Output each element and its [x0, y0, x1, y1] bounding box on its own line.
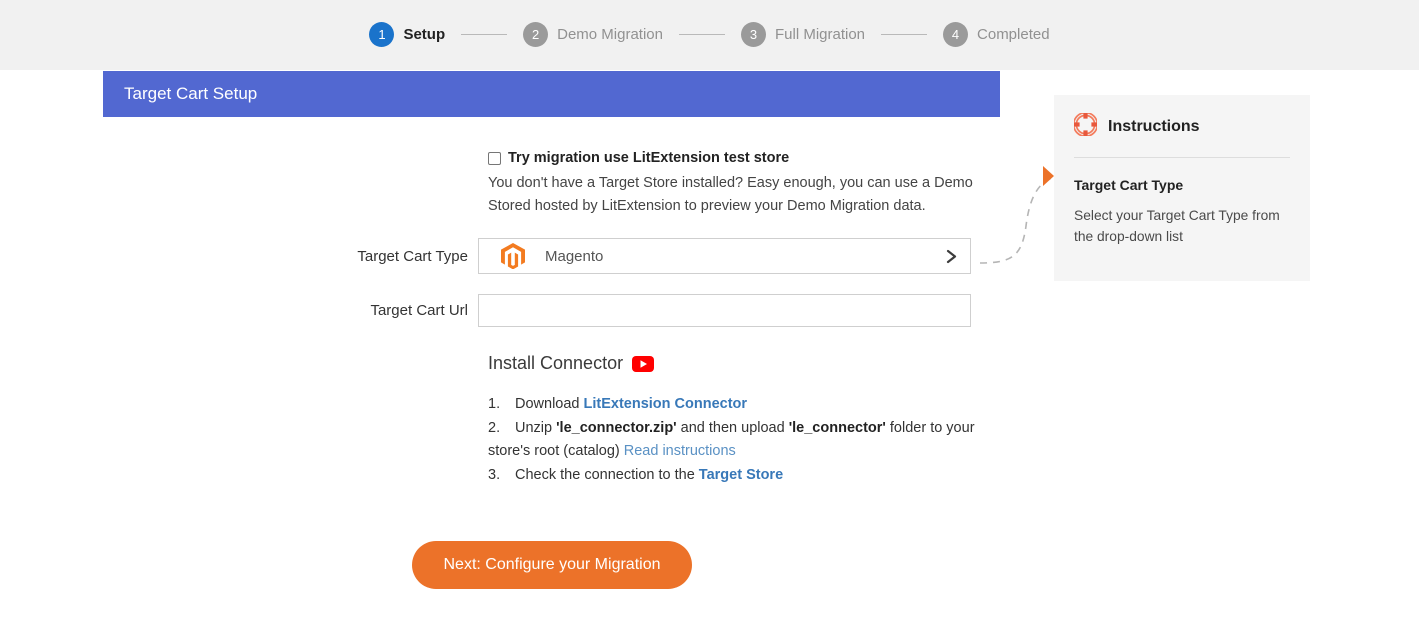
- target-cart-url-row: Target Cart Url: [103, 294, 1000, 327]
- instructions-panel: Instructions Target Cart Type Select you…: [1043, 95, 1310, 281]
- try-demo-store-checkbox[interactable]: [488, 152, 501, 165]
- target-cart-type-value: Magento: [545, 247, 604, 265]
- instructions-header: Instructions: [1054, 95, 1310, 141]
- target-store-link[interactable]: Target Store: [699, 467, 783, 483]
- stepper-step-setup[interactable]: 1 Setup: [369, 21, 446, 47]
- next-button-wrap: Next: Configure your Migration: [412, 541, 1000, 589]
- demo-store-checkbox-row[interactable]: Try migration use LitExtension test stor…: [488, 149, 993, 168]
- section-header: Target Cart Setup: [103, 71, 1000, 117]
- instructions-subtitle: Target Cart Type: [1074, 177, 1184, 193]
- install-connector-block: Install Connector 1. Download LitExtensio…: [488, 353, 988, 487]
- target-cart-url-input[interactable]: [478, 294, 971, 327]
- step-connector-line: [881, 33, 928, 35]
- step-index: 3.: [488, 467, 501, 483]
- stepper-step-demo-migration[interactable]: 2 Demo Migration: [523, 21, 663, 47]
- target-cart-url-label: Target Cart Url: [370, 302, 468, 319]
- list-item: 1. Download LitExtension Connector: [488, 393, 988, 416]
- step-label: Demo Migration: [557, 25, 663, 43]
- migration-stepper: 1 Setup 2 Demo Migration 3 Full Migratio…: [369, 21, 1050, 47]
- lifebuoy-icon: [1072, 111, 1099, 141]
- step-text-plain: Download: [515, 396, 584, 412]
- step-number-badge: 4: [943, 21, 969, 47]
- target-cart-type-label: Target Cart Type: [357, 247, 468, 265]
- step-label: Completed: [977, 25, 1050, 43]
- zip-filename: 'le_connector.zip': [556, 420, 677, 436]
- install-connector-title-text: Install Connector: [488, 353, 624, 373]
- litextension-connector-link[interactable]: LitExtension Connector: [584, 396, 748, 412]
- step-number-badge: 3: [740, 21, 766, 47]
- instructions-body-text: Select your Target Cart Type from the dr…: [1074, 208, 1280, 244]
- target-cart-setup-form: Try migration use LitExtension test stor…: [103, 117, 1000, 589]
- step-index: 1.: [488, 396, 501, 412]
- instructions-arrow-pointer: [1043, 166, 1054, 186]
- try-demo-store-label: Try migration use LitExtension test stor…: [508, 150, 790, 166]
- stepper-step-full-migration[interactable]: 3 Full Migration: [740, 21, 866, 47]
- demo-store-description: You don't have a Target Store installed?…: [488, 175, 973, 214]
- step-label: Full Migration: [774, 25, 866, 43]
- install-connector-heading: Install Connector: [488, 353, 988, 374]
- chevron-right-icon[interactable]: [944, 249, 959, 264]
- next-configure-migration-button[interactable]: Next: Configure your Migration: [412, 541, 692, 589]
- step-connector-line: [461, 33, 508, 35]
- read-instructions-link[interactable]: Read instructions: [624, 443, 736, 459]
- step-connector-line: [678, 33, 725, 35]
- list-item: 2. Unzip 'le_connector.zip' and then uplo…: [488, 417, 988, 463]
- instructions-divider: [1074, 157, 1290, 158]
- demo-store-block: Try migration use LitExtension test stor…: [488, 149, 993, 218]
- step-number-badge: 1: [369, 21, 395, 47]
- list-item: 3. Check the connection to the Target Sto…: [488, 464, 988, 487]
- magento-logo-icon: [496, 243, 530, 269]
- step-text-plain: Check the connection to the: [515, 467, 699, 483]
- step-index: 2.: [488, 420, 501, 436]
- step-label: Setup: [403, 25, 446, 43]
- folder-name: 'le_connector': [788, 420, 886, 436]
- page-title: Target Cart Setup: [124, 84, 258, 103]
- step-text-plain: and then upload: [676, 420, 789, 436]
- connector-steps-list: 1. Download LitExtension Connector 2. Unzi…: [488, 393, 988, 487]
- youtube-play-icon[interactable]: [632, 355, 655, 372]
- migration-stepper-bar: 1 Setup 2 Demo Migration 3 Full Migratio…: [0, 0, 1419, 70]
- step-text-plain: Unzip: [515, 420, 557, 436]
- target-cart-type-row: Target Cart Type Magento: [103, 238, 1000, 274]
- stepper-step-completed[interactable]: 4 Completed: [943, 21, 1050, 47]
- step-number-badge: 2: [523, 21, 549, 47]
- target-cart-type-select[interactable]: Magento: [478, 238, 971, 274]
- instructions-title: Instructions: [1108, 118, 1200, 135]
